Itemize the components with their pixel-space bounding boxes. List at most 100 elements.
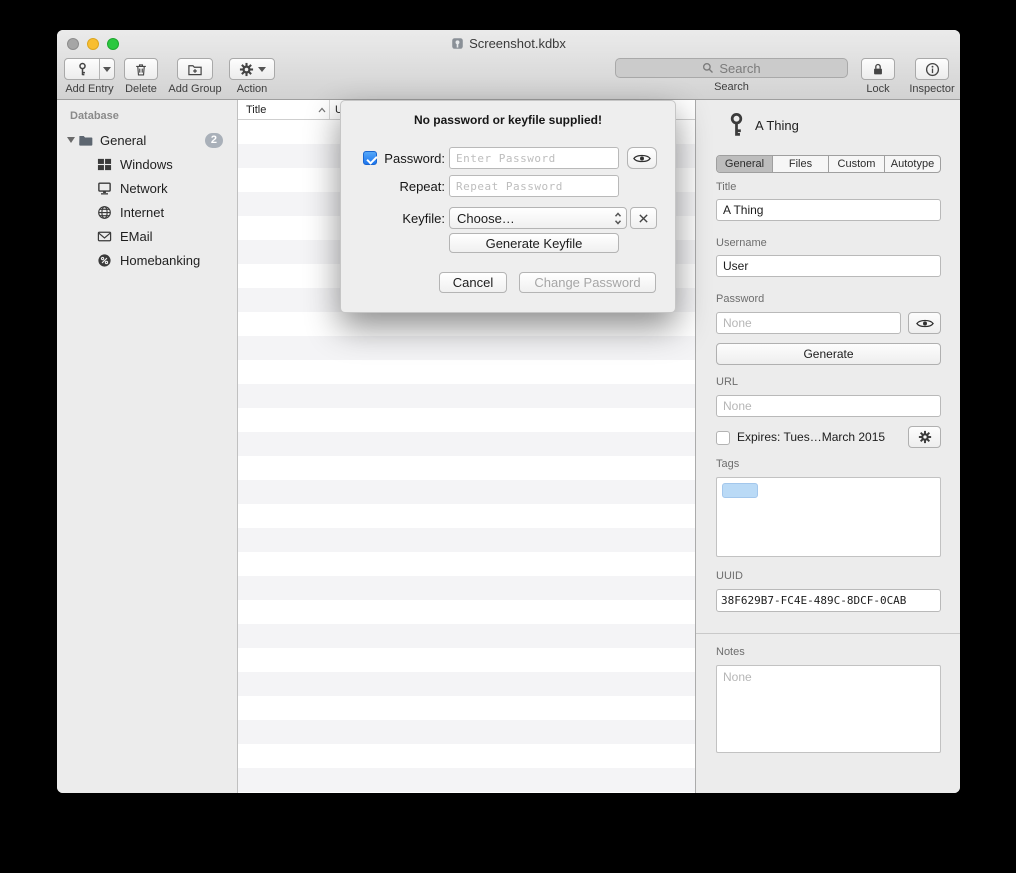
password-checkbox[interactable] xyxy=(363,151,377,165)
inspector-button[interactable] xyxy=(915,58,949,80)
reveal-password-button[interactable] xyxy=(908,312,941,334)
search-label: Search xyxy=(714,82,749,93)
keyfile-popup[interactable]: Choose… xyxy=(449,207,627,229)
group-count-badge: 2 xyxy=(205,133,223,148)
change-password-button[interactable]: Change Password xyxy=(519,272,656,293)
username-field[interactable] xyxy=(716,255,941,277)
folder-icon xyxy=(77,133,94,148)
add-entry-dropdown-button[interactable] xyxy=(99,59,114,79)
add-entry-label: Add Entry xyxy=(65,84,113,95)
lock-tool: Lock xyxy=(858,58,898,95)
keyfile-label: Keyfile: xyxy=(381,211,445,226)
delete-label: Delete xyxy=(125,84,157,95)
url-label: URL xyxy=(716,376,738,388)
password-field[interactable] xyxy=(716,312,901,334)
sort-ascending-icon xyxy=(318,107,326,113)
disclosure-triangle-icon[interactable] xyxy=(65,137,77,143)
notes-label: Notes xyxy=(716,646,745,658)
cancel-button[interactable]: Cancel xyxy=(439,272,507,293)
sidebar-section-header: Database xyxy=(57,100,237,128)
password-input[interactable] xyxy=(449,147,619,169)
lock-label: Lock xyxy=(866,84,889,95)
clear-keyfile-button[interactable] xyxy=(630,207,657,229)
lock-icon xyxy=(871,62,885,77)
sidebar-group-general[interactable]: General 2 xyxy=(57,128,237,152)
sidebar-group-label: General xyxy=(100,133,146,148)
expires-label: Expires: Tues…March 2015 xyxy=(737,430,885,444)
action-tool: Action xyxy=(227,58,277,95)
chevron-down-icon xyxy=(258,67,266,72)
tab-custom[interactable]: Custom xyxy=(829,156,885,172)
notes-field[interactable] xyxy=(716,665,941,753)
windows-icon xyxy=(97,157,112,172)
search-placeholder: Search xyxy=(719,61,760,76)
reveal-password-button[interactable] xyxy=(627,147,657,169)
eye-icon xyxy=(916,318,934,329)
entry-key-icon xyxy=(725,112,748,138)
sidebar-item-windows[interactable]: Windows xyxy=(57,152,237,176)
tag-token[interactable] xyxy=(722,483,758,498)
action-label: Action xyxy=(237,84,268,95)
titlebar: Screenshot.kdbx xyxy=(57,36,960,51)
generate-password-button[interactable]: Generate xyxy=(716,343,941,365)
title-field[interactable] xyxy=(716,199,941,221)
search-tool: Search Search xyxy=(615,58,848,93)
search-input[interactable]: Search xyxy=(615,58,848,78)
add-group-button[interactable] xyxy=(177,58,213,80)
sidebar-item-email[interactable]: EMail xyxy=(57,224,237,248)
add-group-label: Add Group xyxy=(168,84,221,95)
add-entry-button[interactable] xyxy=(65,59,99,79)
sidebar-item-label: Homebanking xyxy=(120,253,200,268)
title-label: Title xyxy=(716,181,736,193)
globe-icon xyxy=(97,205,112,220)
delete-button[interactable] xyxy=(124,58,158,80)
tab-autotype[interactable]: Autotype xyxy=(885,156,940,172)
sidebar-item-network[interactable]: Network xyxy=(57,176,237,200)
window-chrome: Screenshot.kdbx Add Entry xyxy=(57,30,960,100)
uuid-field[interactable] xyxy=(716,589,941,612)
trash-icon xyxy=(134,62,148,77)
inspector-label: Inspector xyxy=(909,84,954,95)
add-entry-tool: Add Entry xyxy=(64,58,115,95)
expires-checkbox[interactable] xyxy=(716,431,730,445)
inspector-divider xyxy=(696,633,960,634)
delete-tool: Delete xyxy=(117,58,165,95)
sidebar-item-label: Windows xyxy=(120,157,173,172)
expires-settings-button[interactable] xyxy=(908,426,941,448)
tags-label: Tags xyxy=(716,458,739,470)
window-title: Screenshot.kdbx xyxy=(469,36,566,51)
folder-plus-icon xyxy=(187,62,203,77)
url-field[interactable] xyxy=(716,395,941,417)
column-header-title[interactable]: Title xyxy=(238,100,330,119)
dialog-message: No password or keyfile supplied! xyxy=(341,113,675,127)
sidebar-item-homebanking[interactable]: Homebanking xyxy=(57,248,237,272)
gear-icon xyxy=(918,430,932,444)
sidebar-item-label: Network xyxy=(120,181,168,196)
tab-general[interactable]: General xyxy=(717,156,773,172)
chevron-down-icon xyxy=(103,67,111,72)
lock-button[interactable] xyxy=(861,58,895,80)
entry-title: A Thing xyxy=(755,118,799,133)
uuid-label: UUID xyxy=(716,570,743,582)
percent-coin-icon xyxy=(97,253,112,268)
envelope-icon xyxy=(97,229,112,244)
username-label: Username xyxy=(716,237,767,249)
sidebar-item-internet[interactable]: Internet xyxy=(57,200,237,224)
key-icon xyxy=(75,62,90,77)
tags-field[interactable] xyxy=(716,477,941,557)
repeat-input[interactable] xyxy=(449,175,619,197)
password-label: Password: xyxy=(381,151,445,166)
search-icon xyxy=(702,62,714,74)
info-icon xyxy=(925,62,940,77)
sidebar: Database General 2 Windows xyxy=(57,100,238,793)
sidebar-item-label: EMail xyxy=(120,229,153,244)
tab-files[interactable]: Files xyxy=(773,156,829,172)
add-group-tool: Add Group xyxy=(163,58,227,95)
inspector-panel: A Thing General Files Custom Autotype Ti… xyxy=(695,100,960,793)
sidebar-item-label: Internet xyxy=(120,205,164,220)
generate-keyfile-button[interactable]: Generate Keyfile xyxy=(449,233,619,253)
action-button[interactable] xyxy=(229,58,275,80)
gear-icon xyxy=(239,62,254,77)
keyfile-popup-value: Choose… xyxy=(457,211,515,226)
network-icon xyxy=(97,181,112,196)
